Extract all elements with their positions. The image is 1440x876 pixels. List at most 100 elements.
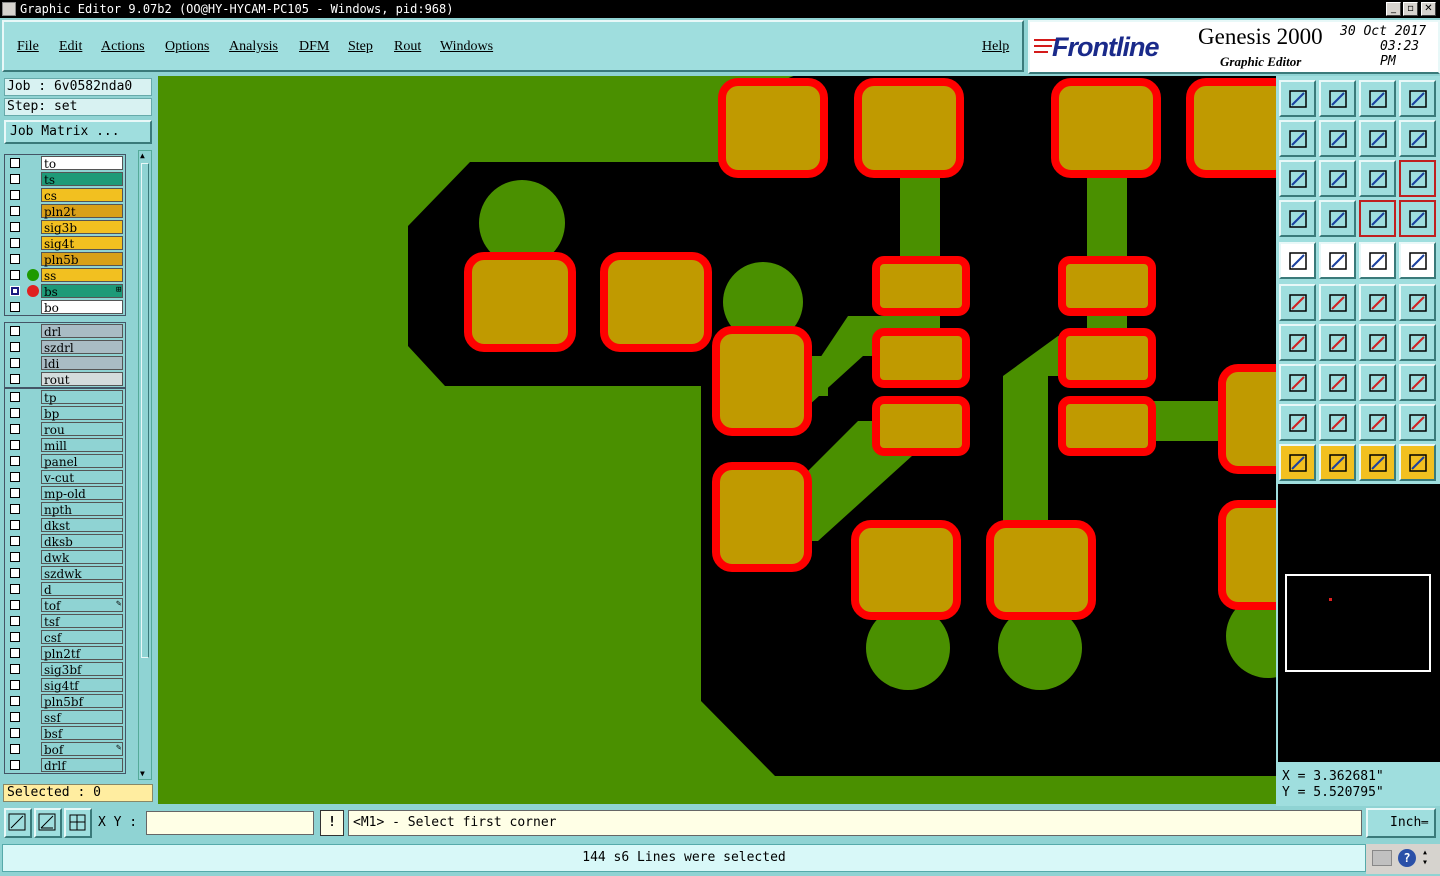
layer-checkbox[interactable] bbox=[10, 568, 20, 578]
layer-row-rou[interactable]: rou bbox=[5, 421, 125, 437]
layer-name[interactable]: pln2t bbox=[41, 204, 123, 219]
grid-snap-icon[interactable] bbox=[64, 808, 92, 838]
add-node-button[interactable] bbox=[1399, 284, 1436, 321]
move-node-button[interactable] bbox=[1359, 284, 1396, 321]
layer-checkbox[interactable] bbox=[10, 222, 20, 232]
delete-node-button[interactable] bbox=[1319, 284, 1356, 321]
layer-name[interactable]: sig4t bbox=[41, 236, 123, 251]
layer-checkbox[interactable] bbox=[10, 744, 20, 754]
layer-row-d[interactable]: d bbox=[5, 581, 125, 597]
layer-display-dot[interactable] bbox=[27, 285, 39, 297]
layer-row-npth[interactable]: npth bbox=[5, 501, 125, 517]
layer-name[interactable]: v-cut bbox=[41, 470, 123, 485]
menu-dfm[interactable]: DFM bbox=[299, 39, 329, 55]
layer-row-tof[interactable]: tof ✎ bbox=[5, 597, 125, 613]
layer-checkbox[interactable] bbox=[10, 584, 20, 594]
scroll-thumb[interactable] bbox=[141, 163, 149, 658]
layer-name[interactable]: rou bbox=[41, 422, 123, 437]
zoom-home-button[interactable] bbox=[1279, 80, 1316, 117]
menu-actions[interactable]: Actions bbox=[101, 39, 145, 55]
graphic-canvas[interactable] bbox=[158, 76, 1276, 804]
menu-file[interactable]: File bbox=[17, 39, 39, 55]
layer-checkbox[interactable] bbox=[10, 632, 20, 642]
minimize-button[interactable]: _ bbox=[1386, 2, 1401, 16]
layer-row-szdwk[interactable]: szdwk bbox=[5, 565, 125, 581]
layer-name[interactable]: csf bbox=[41, 630, 123, 645]
layer-row-pln2tf[interactable]: pln2tf bbox=[5, 645, 125, 661]
split-view-button[interactable] bbox=[1399, 80, 1436, 117]
layer-row-ts[interactable]: ts bbox=[5, 171, 125, 187]
layer-name[interactable]: drlf bbox=[41, 758, 123, 773]
layer-name[interactable]: bs bbox=[41, 284, 123, 299]
undo-zoom-button[interactable] bbox=[1359, 120, 1396, 157]
layer-checkbox[interactable] bbox=[10, 270, 20, 280]
layer-row-ss[interactable]: ss bbox=[5, 267, 125, 283]
maximize-button[interactable]: ▫ bbox=[1403, 2, 1418, 16]
redraw-button[interactable] bbox=[1399, 120, 1436, 157]
layer-checkbox[interactable] bbox=[10, 190, 20, 200]
menu-options[interactable]: Options bbox=[165, 39, 209, 55]
layer-row-sig3bf[interactable]: sig3bf bbox=[5, 661, 125, 677]
layer-row-tp[interactable]: tp bbox=[5, 389, 125, 405]
layer-name[interactable]: dkst bbox=[41, 518, 123, 533]
scroll-up-icon[interactable]: ▲ bbox=[140, 152, 150, 160]
menu-windows[interactable]: Windows bbox=[440, 39, 493, 55]
layer-control-button[interactable] bbox=[1359, 200, 1396, 237]
layer-name[interactable]: bp bbox=[41, 406, 123, 421]
layer-name[interactable]: pln5b bbox=[41, 252, 123, 267]
layer-name[interactable]: panel bbox=[41, 454, 123, 469]
layer-checkbox[interactable] bbox=[10, 728, 20, 738]
layer-name[interactable]: dksb bbox=[41, 534, 123, 549]
layer-checkbox[interactable] bbox=[10, 440, 20, 450]
one-to-one-button[interactable] bbox=[1359, 160, 1396, 197]
layer-row-dwk[interactable]: dwk bbox=[5, 549, 125, 565]
layer-checkbox[interactable] bbox=[10, 712, 20, 722]
triangle-2-button[interactable] bbox=[1319, 404, 1356, 441]
layer-name[interactable]: szdwk bbox=[41, 566, 123, 581]
snap-button[interactable] bbox=[1279, 242, 1316, 279]
layer-name[interactable]: cs bbox=[41, 188, 123, 203]
triangle-4-button[interactable] bbox=[1399, 404, 1436, 441]
layer-checkbox[interactable] bbox=[10, 254, 20, 264]
layer-name[interactable]: dwk bbox=[41, 550, 123, 565]
pointer-move-button[interactable] bbox=[1359, 444, 1396, 481]
layer-checkbox[interactable] bbox=[10, 358, 20, 368]
layer-name[interactable]: ts bbox=[41, 172, 123, 187]
home-button[interactable] bbox=[1359, 80, 1396, 117]
layer-name[interactable]: tp bbox=[41, 390, 123, 405]
job-matrix-button[interactable]: Job Matrix ... bbox=[4, 120, 152, 144]
arc-button[interactable] bbox=[1359, 324, 1396, 361]
edit-shape-button[interactable] bbox=[1319, 242, 1356, 279]
route-button[interactable] bbox=[1399, 444, 1436, 481]
layer-scrollbar[interactable]: ▲ ▼ bbox=[138, 150, 152, 780]
fit-selection-button[interactable] bbox=[1319, 160, 1356, 197]
layer-name[interactable]: mp-old bbox=[41, 486, 123, 501]
layer-name[interactable]: ss bbox=[41, 268, 123, 283]
layer-row-pln5b[interactable]: pln5b bbox=[5, 251, 125, 267]
layer-display-dot[interactable] bbox=[27, 269, 39, 281]
layer-name[interactable]: tsf bbox=[41, 614, 123, 629]
layer-row-csf[interactable]: csf bbox=[5, 629, 125, 645]
layer-row-dkst[interactable]: dkst bbox=[5, 517, 125, 533]
layer-checkbox[interactable] bbox=[10, 392, 20, 402]
pan-right-button[interactable] bbox=[1319, 120, 1356, 157]
pad-button[interactable] bbox=[1399, 242, 1436, 279]
help-query-button[interactable] bbox=[1399, 160, 1436, 197]
layer-name[interactable]: szdrl bbox=[41, 340, 123, 355]
layer-row-sig3b[interactable]: sig3b bbox=[5, 219, 125, 235]
layer-row-to[interactable]: to bbox=[5, 155, 125, 171]
layer-row-szdrl[interactable]: szdrl bbox=[5, 339, 125, 355]
menu-rout[interactable]: Rout bbox=[394, 39, 421, 55]
layer-name[interactable]: pln5bf bbox=[41, 694, 123, 709]
layer-name[interactable]: bo bbox=[41, 300, 123, 315]
layer-checkbox[interactable] bbox=[10, 616, 20, 626]
menu-step[interactable]: Step bbox=[348, 39, 373, 55]
exclamation-button[interactable]: ! bbox=[320, 810, 344, 836]
layer-checkbox[interactable] bbox=[10, 238, 20, 248]
layer-checkbox[interactable] bbox=[10, 206, 20, 216]
shape-button[interactable] bbox=[1399, 364, 1436, 401]
menu-analysis[interactable]: Analysis bbox=[229, 39, 278, 55]
layer-checkbox[interactable] bbox=[10, 552, 20, 562]
fit-all-button[interactable] bbox=[1279, 160, 1316, 197]
split-line-button[interactable] bbox=[1319, 364, 1356, 401]
